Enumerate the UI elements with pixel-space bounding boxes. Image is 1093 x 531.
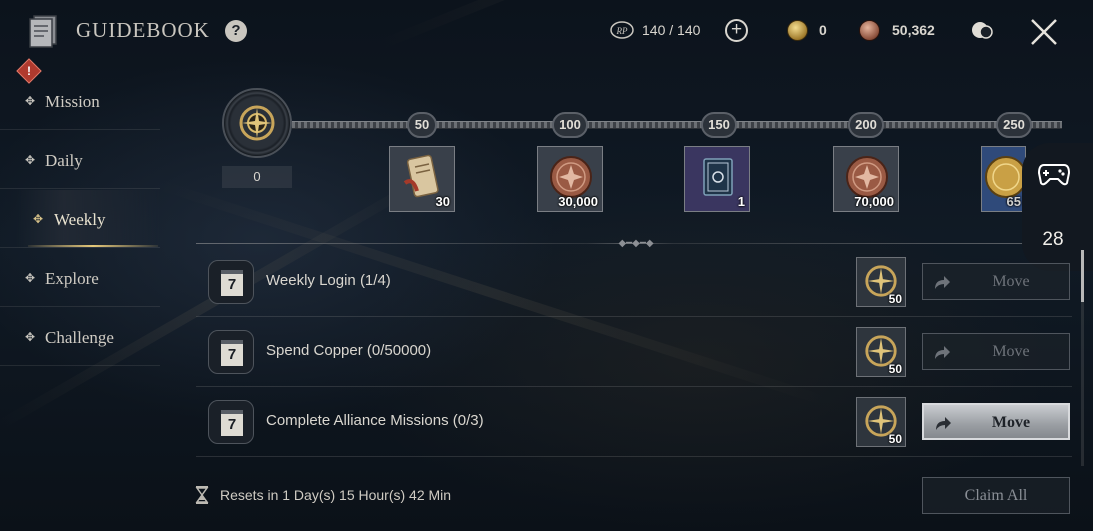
gold-value: 0	[819, 22, 827, 38]
guidebook-icon	[29, 15, 57, 48]
mission-row: 7 Complete Alliance Missions (0/3) 50 Mo…	[196, 387, 1072, 457]
sidebar-item-explore[interactable]: ✥ Explore	[0, 249, 160, 307]
close-icon[interactable]	[1028, 16, 1060, 48]
sidebar-item-label: Weekly	[54, 210, 106, 229]
active-underline	[28, 245, 158, 247]
rp-value: 140 / 140	[642, 22, 701, 38]
milestone-150: 150	[701, 112, 737, 138]
add-rp-button[interactable]: +	[725, 19, 748, 42]
scrollbar-thumb[interactable]	[1081, 250, 1084, 302]
move-button[interactable]: Move	[922, 263, 1070, 300]
page-title: GUIDEBOOK	[76, 18, 210, 42]
reward-slot[interactable]: 30,000	[537, 146, 603, 212]
mission-row: 7 Spend Copper (0/50000) 50 Move	[196, 317, 1072, 387]
medal-emblem-icon	[239, 105, 275, 141]
reward-amount: 50	[888, 292, 902, 306]
sidebar-item-label: Explore	[45, 269, 99, 288]
share-arrow-icon	[935, 346, 950, 359]
calendar-icon: 7	[208, 330, 254, 374]
hourglass-icon	[195, 486, 209, 504]
move-button[interactable]: Move	[922, 403, 1070, 440]
copper-value: 50,362	[892, 22, 935, 38]
help-button[interactable]: ?	[225, 20, 247, 42]
milestone-50: 50	[407, 112, 437, 138]
rp-icon: RP	[610, 21, 634, 39]
weekly-points-medal	[222, 88, 292, 158]
reward-amount: 30	[435, 194, 450, 209]
diamond-icon: ✥	[25, 94, 36, 108]
mission-reward[interactable]: 50	[856, 397, 906, 447]
sidebar-item-mission[interactable]: ✥ Mission	[0, 72, 160, 130]
scrollbar[interactable]	[1081, 250, 1084, 466]
reward-slot[interactable]: 70,000	[833, 146, 899, 212]
sidebar-item-label: Challenge	[45, 328, 114, 347]
diamond-icon: ✥	[25, 330, 36, 344]
reward-amount: 65	[1006, 194, 1021, 209]
reward-slot[interactable]: 1	[684, 146, 750, 212]
reward-amount: 70,000	[854, 194, 894, 209]
calendar-icon: 7	[208, 400, 254, 444]
mission-text: Weekly Login (1/4)	[266, 272, 391, 289]
reward-amount: 50	[888, 362, 902, 376]
diamond-icon: ✥	[25, 153, 36, 167]
move-button-label: Move	[991, 414, 1031, 431]
share-arrow-icon	[935, 276, 950, 289]
top-bar: GUIDEBOOK ? RP 140 / 140 + 0 50,362	[0, 0, 1093, 62]
sidebar: ✥ Mission ✥ Daily ✥ Weekly ✥ Explore ✥ C…	[0, 72, 175, 372]
currency-toggle-icon[interactable]	[971, 20, 995, 40]
reward-amount: 30,000	[558, 194, 598, 209]
calendar-icon: 7	[208, 260, 254, 304]
share-arrow-icon	[936, 417, 951, 430]
claim-all-button[interactable]: Claim All	[922, 477, 1070, 514]
mission-text: Spend Copper (0/50000)	[266, 342, 432, 359]
tome-icon	[703, 158, 733, 196]
mission-reward[interactable]: 50	[856, 327, 906, 377]
milestone-250: 250	[996, 112, 1032, 138]
reward-amount: 1	[737, 194, 745, 209]
milestone-200: 200	[848, 112, 884, 138]
mission-reward[interactable]: 50	[856, 257, 906, 307]
sidebar-item-label: Mission	[45, 92, 100, 111]
mission-text: Complete Alliance Missions (0/3)	[266, 412, 484, 429]
move-button-label: Move	[992, 343, 1030, 360]
milestone-100: 100	[552, 112, 588, 138]
gold-coin-icon	[787, 20, 808, 41]
sidebar-item-label: Daily	[45, 151, 83, 170]
reset-timer: Resets in 1 Day(s) 15 Hour(s) 42 Min	[220, 487, 452, 503]
diamond-icon: ✥	[25, 271, 36, 285]
move-button-label: Move	[992, 273, 1030, 290]
reward-slot[interactable]: 65	[981, 146, 1026, 212]
sidebar-item-daily[interactable]: ✥ Daily	[0, 131, 160, 189]
points-progress: 0	[222, 166, 292, 188]
gamepad-icon[interactable]	[1038, 161, 1070, 187]
diamond-icon: ✥	[33, 212, 44, 226]
reward-slot[interactable]: 30	[389, 146, 455, 212]
move-button[interactable]: Move	[922, 333, 1070, 370]
sidebar-item-weekly[interactable]: ✥ Weekly	[0, 190, 160, 248]
reward-amount: 50	[888, 432, 902, 446]
mission-row: 7 Weekly Login (1/4) 50 Move	[196, 247, 1072, 317]
copper-coin-icon	[859, 20, 880, 41]
svg-text:RP: RP	[616, 26, 628, 36]
sidebar-item-challenge[interactable]: ✥ Challenge	[0, 308, 160, 366]
